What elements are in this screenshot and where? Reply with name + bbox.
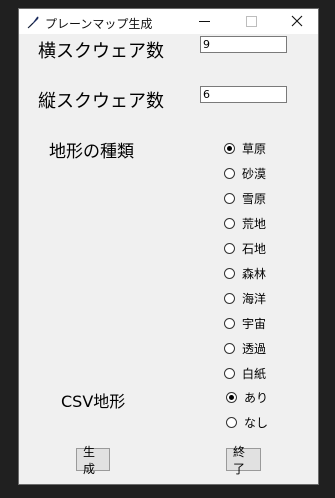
- vertical-squares-input[interactable]: [200, 86, 287, 103]
- feather-icon: [26, 14, 40, 29]
- app-window: プレーンマップ生成 横スクウェア数 縦スクウェア数 地形の種類 草原砂漠雪原荒地…: [18, 8, 319, 485]
- vertical-squares-label: 縦スクウェア数: [38, 91, 164, 112]
- terrain-radio-9[interactable]: 透過: [224, 339, 266, 357]
- close-button[interactable]: [275, 9, 319, 34]
- csv-radio-1[interactable]: あり: [226, 388, 268, 406]
- terrain-option-label: 草原: [242, 141, 267, 156]
- generate-button[interactable]: 生成: [76, 445, 110, 476]
- minimize-icon: [198, 12, 210, 31]
- radio-indicator[interactable]: [224, 192, 235, 204]
- radio-indicator[interactable]: [226, 391, 237, 403]
- radio-indicator[interactable]: [224, 367, 235, 379]
- title-bar[interactable]: プレーンマップ生成: [19, 9, 318, 34]
- horizontal-squares-input[interactable]: [200, 36, 287, 53]
- terrain-radio-6[interactable]: 森林: [224, 264, 266, 282]
- maximize-button[interactable]: [229, 9, 273, 34]
- radio-indicator[interactable]: [224, 267, 235, 279]
- window-title: プレーンマップ生成: [45, 17, 153, 31]
- radio-indicator[interactable]: [224, 317, 235, 329]
- terrain-radio-2[interactable]: 砂漠: [224, 164, 266, 182]
- terrain-radio-5[interactable]: 石地: [224, 239, 266, 257]
- csv-terrain-label: CSV地形: [61, 392, 126, 411]
- terrain-radio-4[interactable]: 荒地: [224, 214, 266, 232]
- terrain-radio-3[interactable]: 雪原: [224, 189, 266, 207]
- radio-indicator[interactable]: [224, 167, 235, 179]
- minimize-button[interactable]: [182, 9, 226, 34]
- quit-button[interactable]: 終了: [226, 445, 261, 476]
- csv-option-label: あり: [244, 390, 269, 405]
- terrain-option-label: 海洋: [242, 291, 267, 306]
- terrain-radio-10[interactable]: 白紙: [224, 364, 266, 382]
- radio-indicator[interactable]: [226, 416, 237, 428]
- close-icon: [291, 12, 303, 31]
- terrain-option-label: 雪原: [242, 191, 267, 206]
- terrain-type-label: 地形の種類: [49, 142, 134, 162]
- csv-option-label: なし: [244, 415, 269, 430]
- terrain-radio-7[interactable]: 海洋: [224, 289, 266, 307]
- horizontal-squares-label: 横スクウェア数: [38, 41, 164, 62]
- radio-indicator[interactable]: [224, 242, 235, 254]
- terrain-option-label: 砂漠: [242, 166, 267, 181]
- radio-indicator[interactable]: [224, 142, 235, 154]
- terrain-option-label: 荒地: [242, 216, 267, 231]
- terrain-radio-8[interactable]: 宇宙: [224, 314, 266, 332]
- csv-radio-2[interactable]: なし: [226, 413, 268, 431]
- maximize-icon: [245, 12, 257, 31]
- terrain-option-label: 透過: [242, 341, 267, 356]
- terrain-option-label: 宇宙: [242, 316, 267, 331]
- radio-indicator[interactable]: [224, 292, 235, 304]
- terrain-option-label: 石地: [242, 241, 267, 256]
- terrain-radio-1[interactable]: 草原: [224, 139, 266, 157]
- radio-indicator[interactable]: [224, 217, 235, 229]
- terrain-option-label: 森林: [242, 266, 267, 281]
- terrain-option-label: 白紙: [242, 366, 267, 381]
- radio-indicator[interactable]: [224, 342, 235, 354]
